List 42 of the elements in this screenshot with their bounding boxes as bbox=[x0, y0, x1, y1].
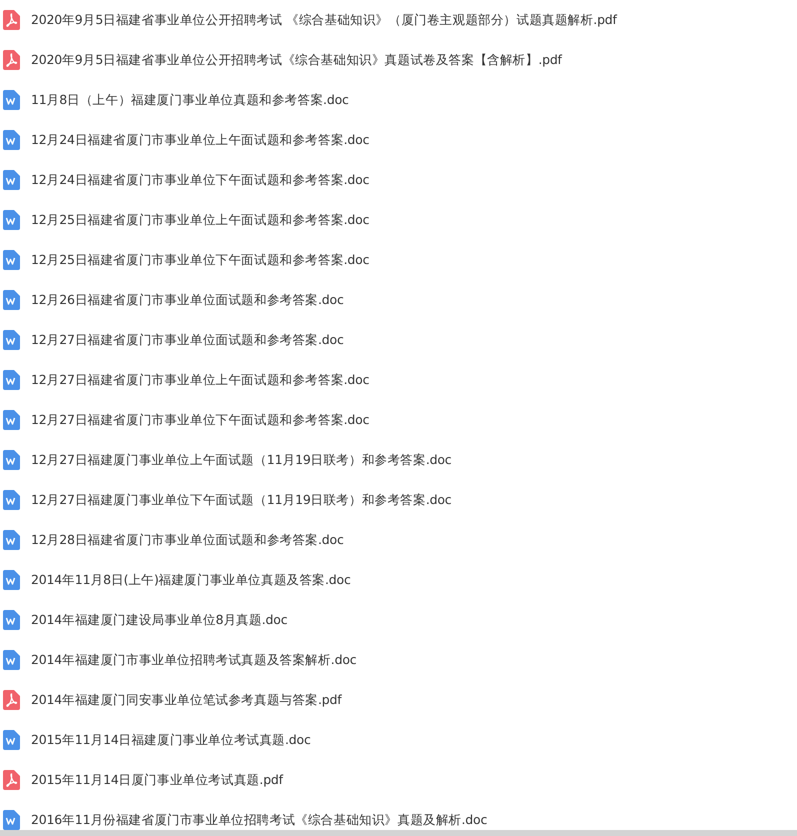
word-file-icon bbox=[3, 210, 20, 230]
word-file-icon bbox=[3, 330, 20, 350]
file-name[interactable]: 2014年11月8日(上午)福建厦门事业单位真题及答案.doc bbox=[31, 572, 351, 588]
file-name[interactable]: 2014年福建厦门市事业单位招聘考试真题及答案解析.doc bbox=[31, 652, 356, 668]
word-file-icon bbox=[3, 90, 20, 110]
file-name[interactable]: 11月8日（上午）福建厦门事业单位真题和参考答案.doc bbox=[31, 92, 349, 108]
file-name[interactable]: 12月27日福建厦门事业单位下午面试题（11月19日联考）和参考答案.doc bbox=[31, 492, 452, 508]
file-name[interactable]: 2020年9月5日福建省事业单位公开招聘考试《综合基础知识》真题试卷及答案【含解析】.pdf bbox=[31, 52, 562, 68]
pdf-file-icon bbox=[3, 770, 20, 790]
pdf-file-icon bbox=[3, 50, 20, 70]
word-file-icon bbox=[3, 530, 20, 550]
word-file-icon bbox=[3, 730, 20, 750]
word-file-icon bbox=[3, 250, 20, 270]
word-file-icon bbox=[3, 130, 20, 150]
file-name[interactable]: 2020年9月5日福建省事业单位公开招聘考试 《综合基础知识》（厦门卷主观题部分）试题真题解析.pdf bbox=[31, 12, 617, 28]
word-file-icon bbox=[3, 290, 20, 310]
word-file-icon bbox=[3, 410, 20, 430]
file-name[interactable]: 2015年11月14日厦门事业单位考试真题.pdf bbox=[31, 772, 283, 788]
file-name[interactable]: 12月27日福建厦门事业单位上午面试题（11月19日联考）和参考答案.doc bbox=[31, 452, 452, 468]
file-name[interactable]: 12月26日福建省厦门市事业单位面试题和参考答案.doc bbox=[31, 292, 344, 308]
word-file-icon bbox=[3, 490, 20, 510]
file-name[interactable]: 12月28日福建省厦门市事业单位面试题和参考答案.doc bbox=[31, 532, 344, 548]
file-name[interactable]: 12月25日福建省厦门市事业单位下午面试题和参考答案.doc bbox=[31, 252, 370, 268]
word-file-icon bbox=[3, 170, 20, 190]
file-name[interactable]: 2016年11月份福建省厦门市事业单位招聘考试《综合基础知识》真题及解析.doc bbox=[31, 812, 488, 828]
word-file-icon bbox=[3, 650, 20, 670]
file-name[interactable]: 12月25日福建省厦门市事业单位上午面试题和参考答案.doc bbox=[31, 212, 370, 228]
word-file-icon bbox=[3, 610, 20, 630]
word-file-icon bbox=[3, 810, 20, 830]
file-name[interactable]: 12月27日福建省厦门市事业单位面试题和参考答案.doc bbox=[31, 332, 344, 348]
file-name[interactable]: 2015年11月14日福建厦门事业单位考试真题.doc bbox=[31, 732, 311, 748]
pdf-file-icon bbox=[3, 690, 20, 710]
file-name[interactable]: 2014年福建厦门同安事业单位笔试参考真题与答案.pdf bbox=[31, 692, 342, 708]
file-name[interactable]: 12月24日福建省厦门市事业单位上午面试题和参考答案.doc bbox=[31, 132, 370, 148]
file-name[interactable]: 12月27日福建省厦门市事业单位下午面试题和参考答案.doc bbox=[31, 412, 370, 428]
pdf-file-icon bbox=[3, 10, 20, 30]
word-file-icon bbox=[3, 450, 20, 470]
file-name[interactable]: 2014年福建厦门建设局事业单位8月真题.doc bbox=[31, 612, 288, 628]
word-file-icon bbox=[3, 570, 20, 590]
file-name[interactable]: 12月27日福建省厦门市事业单位上午面试题和参考答案.doc bbox=[31, 372, 370, 388]
file-name[interactable]: 12月24日福建省厦门市事业单位下午面试题和参考答案.doc bbox=[31, 172, 370, 188]
word-file-icon bbox=[3, 370, 20, 390]
